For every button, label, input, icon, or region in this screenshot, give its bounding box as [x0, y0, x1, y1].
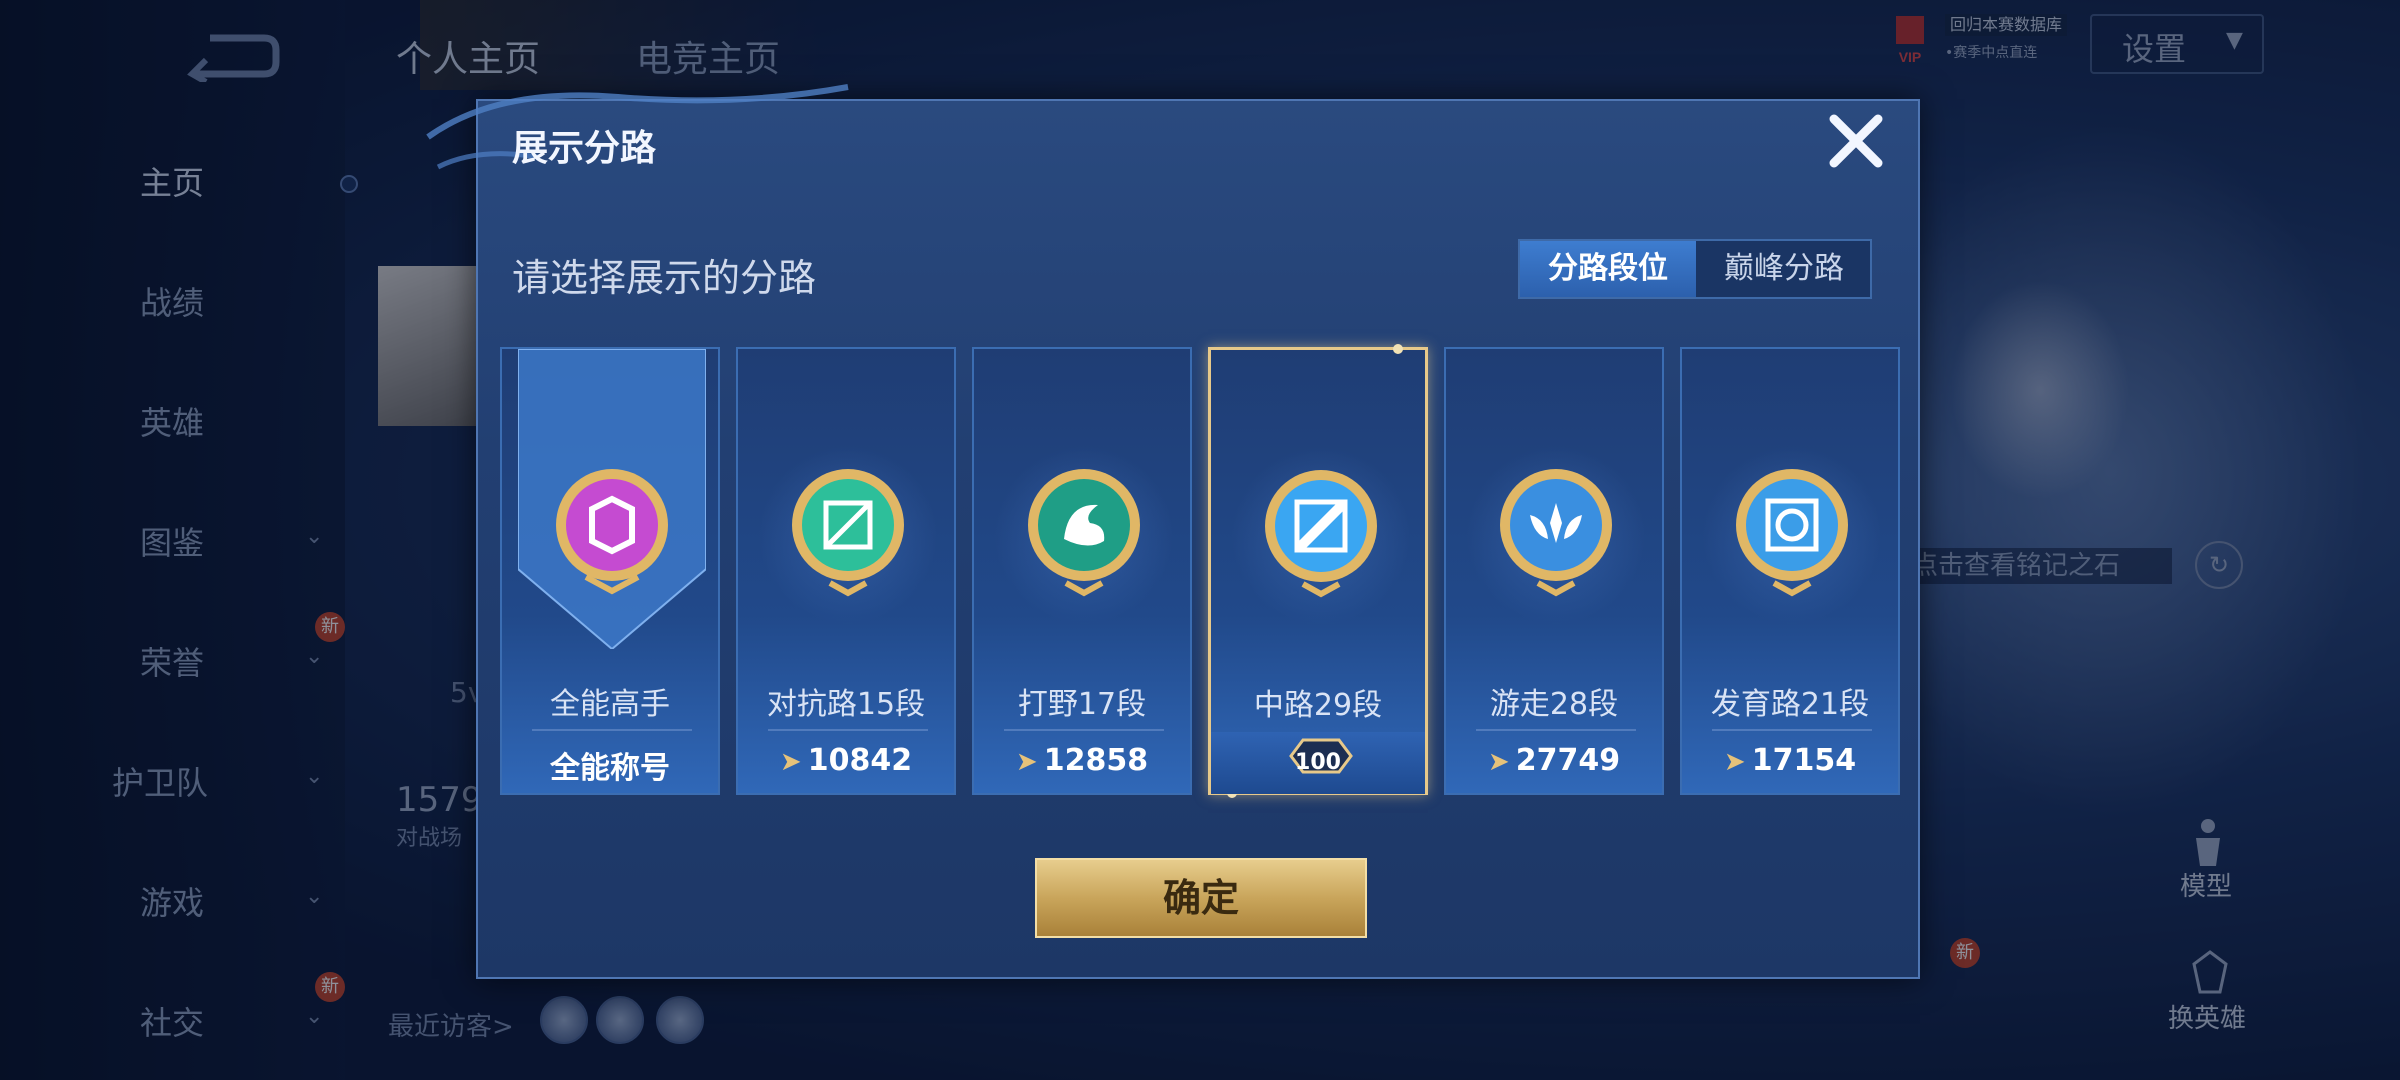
lane-score-value: 10842 — [807, 743, 913, 778]
lane-rank-value: 100 — [1295, 750, 1341, 775]
farm-lane-emblem-icon — [1736, 469, 1848, 597]
confirm-label: 确定 — [1162, 876, 1239, 920]
lane-name: 全能高手 — [550, 687, 670, 722]
rank-chevron-icon: ➤ — [1723, 747, 1746, 777]
lane-value: 全能称号 — [550, 751, 670, 786]
rank-chevron-icon: ➤ — [779, 747, 802, 777]
lane-score: ➤ 17154 — [1682, 743, 1898, 778]
card-divider — [1004, 729, 1164, 731]
mid-lane-emblem-icon — [1265, 470, 1377, 598]
lane-card-jungle[interactable]: 打野17段 ➤ 12858 — [972, 347, 1192, 795]
card-divider — [1712, 729, 1872, 731]
clash-lane-emblem-icon — [792, 469, 904, 597]
jungle-emblem-icon — [1028, 469, 1140, 597]
lane-score-value: 12858 — [1043, 743, 1149, 778]
lane-card-mid-selected[interactable]: 中路29段 100 — [1208, 344, 1428, 798]
toggle-lane-rank[interactable]: 分路段位 — [1520, 241, 1696, 297]
lane-name: 对抗路15段 — [766, 687, 926, 722]
card-divider — [532, 729, 692, 731]
modal-title: 展示分路 — [512, 128, 657, 169]
rank-chevron-icon: ➤ — [1015, 747, 1038, 777]
card-divider — [768, 729, 928, 731]
rank-chevron-icon: ➤ — [1487, 747, 1510, 777]
corner-dot — [1393, 344, 1403, 354]
lane-card-all-round[interactable]: 全能高手 全能称号 — [500, 347, 720, 795]
lane-card-clash[interactable]: 对抗路15段 ➤ 10842 — [736, 347, 956, 795]
lane-mode-toggle: 分路段位 巅峰分路 — [1518, 239, 1872, 299]
toggle-peak-lane[interactable]: 巅峰分路 — [1698, 241, 1870, 297]
lane-card-roam[interactable]: 游走28段 ➤ 27749 — [1444, 347, 1664, 795]
card-divider — [1476, 729, 1636, 731]
lane-name: 中路29段 — [1253, 688, 1383, 723]
lane-score: ➤ 27749 — [1446, 743, 1662, 778]
close-icon[interactable] — [1826, 111, 1886, 171]
modal-subtitle: 请选择展示的分路 — [512, 256, 817, 300]
all-round-emblem-icon — [556, 469, 668, 595]
lane-name: 发育路21段 — [1710, 687, 1870, 722]
lane-display-modal: 展示分路 请选择展示的分路 分路段位 巅峰分路 全能高手 全能称号 对抗路15段… — [426, 84, 1920, 979]
lane-name: 打野17段 — [1017, 687, 1147, 722]
lane-score: ➤ 10842 — [738, 743, 954, 778]
lane-name: 游走28段 — [1489, 687, 1619, 722]
lane-score-value: 27749 — [1515, 743, 1621, 778]
lane-score-value: 17154 — [1751, 743, 1857, 778]
roam-emblem-icon — [1500, 469, 1612, 597]
lane-card-farm[interactable]: 发育路21段 ➤ 17154 — [1680, 347, 1900, 795]
lane-score: ➤ 12858 — [974, 743, 1190, 778]
confirm-button[interactable]: 确定 — [1035, 858, 1367, 938]
